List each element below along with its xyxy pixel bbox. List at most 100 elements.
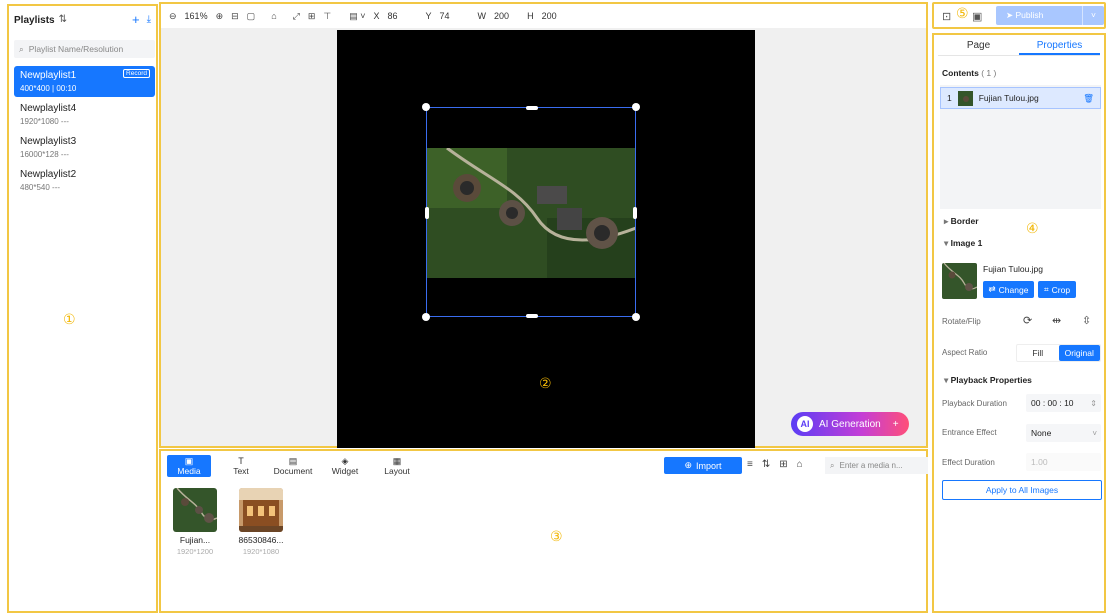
fit-screen-icon[interactable]: ▢ (247, 11, 256, 22)
crop-button[interactable]: ⌗ Crop (1038, 281, 1076, 298)
image-section[interactable]: ▾ Image 1 (944, 238, 982, 249)
flip-vertical-icon[interactable]: ⇳ (1082, 314, 1091, 327)
playlist-meta: 480*540 --- (20, 183, 61, 192)
playlist-item[interactable]: Newplaylist4 1920*1080 --- (14, 99, 155, 130)
playlist-item[interactable]: Newplaylist3 16000*128 --- (14, 132, 155, 163)
content-name: Fujian Tulou.jpg (978, 93, 1039, 103)
contents-label: Contents (942, 68, 979, 78)
tab-widget[interactable]: ◈ Widget (323, 455, 367, 477)
search-icon: ⌕ (19, 43, 24, 54)
sort-icon[interactable]: ⇅ (762, 459, 770, 470)
entrance-select[interactable]: None ˅ (1026, 424, 1101, 442)
tab-text[interactable]: T Text (219, 455, 263, 477)
image-filename: Fujian Tulou.jpg (983, 264, 1044, 274)
playback-label: Playback Properties (950, 375, 1032, 385)
chevron-down-icon[interactable]: ˅ (1082, 6, 1104, 25)
border-section[interactable]: ▸ Border (944, 216, 979, 227)
preview-icon[interactable]: ⊡ (942, 10, 951, 23)
rotate-icon[interactable]: ⟳ (1023, 314, 1032, 327)
media-search-input[interactable]: ⌕ Enter a media n... (825, 457, 928, 474)
sort-icon[interactable]: ⇅ (59, 15, 67, 25)
w-value[interactable]: 200 (494, 11, 509, 21)
zone-number-1: ① (63, 312, 76, 328)
resize-handle-bottom[interactable] (526, 314, 538, 318)
import-button[interactable]: ⊕ Import (664, 457, 742, 474)
align-icon[interactable]: ⊞ (308, 11, 316, 22)
publish-label: ➤ Publish (996, 10, 1082, 21)
apply-all-button[interactable]: Apply to All Images (942, 480, 1102, 500)
delete-icon[interactable]: 🗑 (1083, 93, 1094, 104)
zone-number-2: ② (539, 376, 552, 392)
zoom-out-icon[interactable]: ⊖ (169, 11, 177, 22)
media-size: 1920*1080 (242, 547, 280, 556)
fullscreen-icon[interactable]: ⤢ (293, 11, 300, 22)
resize-handle-top[interactable] (526, 106, 538, 110)
crop-label: Crop (1051, 284, 1071, 295)
grid-view-icon[interactable]: ⊞ (779, 459, 787, 470)
effect-duration-input[interactable]: 1.00 (1026, 453, 1101, 471)
playlist-item[interactable]: Newplaylist1 400*400 | 00:10 Record (14, 66, 155, 97)
tab-text-label: Text (233, 466, 249, 476)
ai-icon: AI (797, 416, 813, 432)
resize-handle-tl[interactable] (422, 103, 430, 111)
zoom-level: 161% (184, 11, 208, 21)
text-icon: T (238, 456, 244, 466)
tab-page[interactable]: Page (938, 37, 1019, 55)
ai-generation-button[interactable]: AI AI Generation + (791, 412, 909, 436)
add-playlist-icon[interactable]: + (132, 13, 140, 26)
media-panel: ▣ Media T Text ▤ Document ◈ Widget ▦ Layout ⊕… (159, 449, 928, 613)
list-view-icon[interactable]: ≡ (747, 459, 753, 470)
tab-widget-label: Widget (331, 466, 359, 476)
content-item[interactable]: 1 Fujian Tulou.jpg 🗑 (940, 87, 1101, 109)
save-icon[interactable]: ▣ (972, 10, 982, 23)
resize-handle-left[interactable] (425, 207, 429, 219)
effect-duration-value: 1.00 (1031, 457, 1048, 467)
resize-handle-tr[interactable] (632, 103, 640, 111)
chevron-down-icon: ˅ (1092, 428, 1097, 438)
media-item[interactable]: 86530846... 1920*1080 (236, 488, 286, 556)
tab-document[interactable]: ▤ Document (271, 455, 315, 477)
playlist-search-placeholder: Playlist Name/Resolution (28, 44, 124, 54)
fit-width-icon[interactable]: ⊟ (231, 11, 239, 22)
flip-horizontal-icon[interactable]: ⇹ (1052, 314, 1061, 327)
change-button[interactable]: ⇄ Change (983, 281, 1034, 298)
clear-icon[interactable]: ⌂ (271, 11, 276, 21)
search-icon: ⌕ (830, 460, 835, 470)
zoom-in-icon[interactable]: ⊕ (216, 11, 224, 22)
media-item[interactable]: Fujian... 1920*1200 (170, 488, 220, 556)
playback-section[interactable]: ▾ Playback Properties (944, 375, 1032, 386)
tab-layout[interactable]: ▦ Layout (375, 455, 419, 477)
resize-handle-right[interactable] (633, 207, 637, 219)
canvas-toolbar: ⊖ 161% ⊕ ⊟ ▢ ⌂ ⤢ ⊞ ⊤ ▤ ˅ X 86 Y 74 W 200… (161, 4, 926, 28)
x-value[interactable]: 86 (388, 11, 398, 21)
aspect-fill-option[interactable]: Fill (1017, 345, 1059, 361)
border-label: Border (950, 216, 979, 226)
duration-input[interactable]: 00 : 00 : 10 ⇕ (1026, 394, 1101, 412)
h-value[interactable]: 200 (542, 11, 557, 21)
h-label: H (527, 11, 534, 21)
content-index: 1 (947, 93, 952, 103)
swap-icon: ⇄ (988, 284, 996, 294)
document-icon: ▤ (288, 456, 298, 466)
selection-box[interactable] (422, 103, 640, 321)
contents-count: ( 1 ) (981, 68, 997, 78)
tab-properties[interactable]: Properties (1019, 37, 1100, 55)
clear-icon[interactable]: ⌂ (797, 459, 803, 470)
tab-media[interactable]: ▣ Media (167, 455, 211, 477)
y-value[interactable]: 74 (440, 11, 450, 21)
import-label: Import (696, 460, 722, 471)
resize-handle-br[interactable] (632, 313, 640, 321)
export-icon[interactable]: ⤓ (147, 15, 151, 25)
aspect-original-option[interactable]: Original (1058, 345, 1100, 361)
playlist-search-input[interactable]: ⌕ Playlist Name/Resolution (14, 40, 155, 58)
stepper-icon[interactable]: ⇕ (1090, 399, 1097, 408)
layer-icon[interactable]: ▤ ˅ (349, 11, 365, 22)
caret-down-icon: ▾ (944, 238, 951, 248)
record-badge: Record (123, 69, 150, 78)
distribute-icon[interactable]: ⊤ (323, 11, 331, 22)
x-label: X (373, 11, 380, 21)
resize-handle-bl[interactable] (422, 313, 430, 321)
publish-button[interactable]: ➤ Publish ˅ (996, 6, 1104, 25)
media-search-placeholder: Enter a media n... (839, 461, 903, 470)
playlist-item[interactable]: Newplaylist2 480*540 --- (14, 165, 155, 196)
